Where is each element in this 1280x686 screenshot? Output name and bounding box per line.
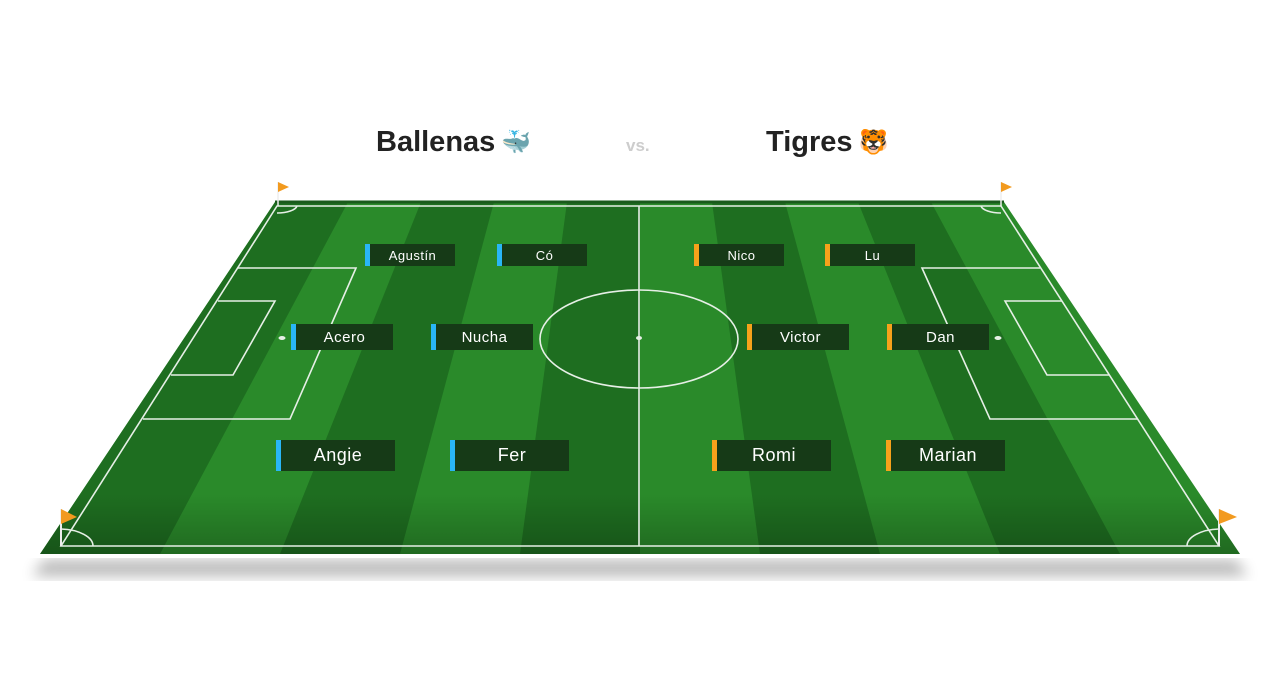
player-chip-away[interactable]: Marian bbox=[886, 440, 1005, 471]
player-chip-away[interactable]: Nico bbox=[694, 244, 784, 266]
player-chip-home[interactable]: Angie bbox=[276, 440, 395, 471]
player-chip-away[interactable]: Romi bbox=[712, 440, 831, 471]
player-chip-away[interactable]: Victor bbox=[747, 324, 849, 350]
lineup-view: Ballenas 🐳 vs. Tigres 🐯 Agustín Có Acero… bbox=[0, 0, 1280, 686]
soccer-pitch bbox=[32, 182, 1248, 576]
player-chip-home[interactable]: Acero bbox=[291, 324, 393, 350]
player-chip-home[interactable]: Fer bbox=[450, 440, 569, 471]
player-chip-home[interactable]: Nucha bbox=[431, 324, 533, 350]
player-chip-away[interactable]: Dan bbox=[887, 324, 989, 350]
player-chip-away[interactable]: Lu bbox=[825, 244, 915, 266]
player-chip-home[interactable]: Có bbox=[497, 244, 587, 266]
player-chip-home[interactable]: Agustín bbox=[365, 244, 455, 266]
pitch-shadow bbox=[32, 560, 1248, 576]
pitch-grass bbox=[40, 202, 1240, 554]
